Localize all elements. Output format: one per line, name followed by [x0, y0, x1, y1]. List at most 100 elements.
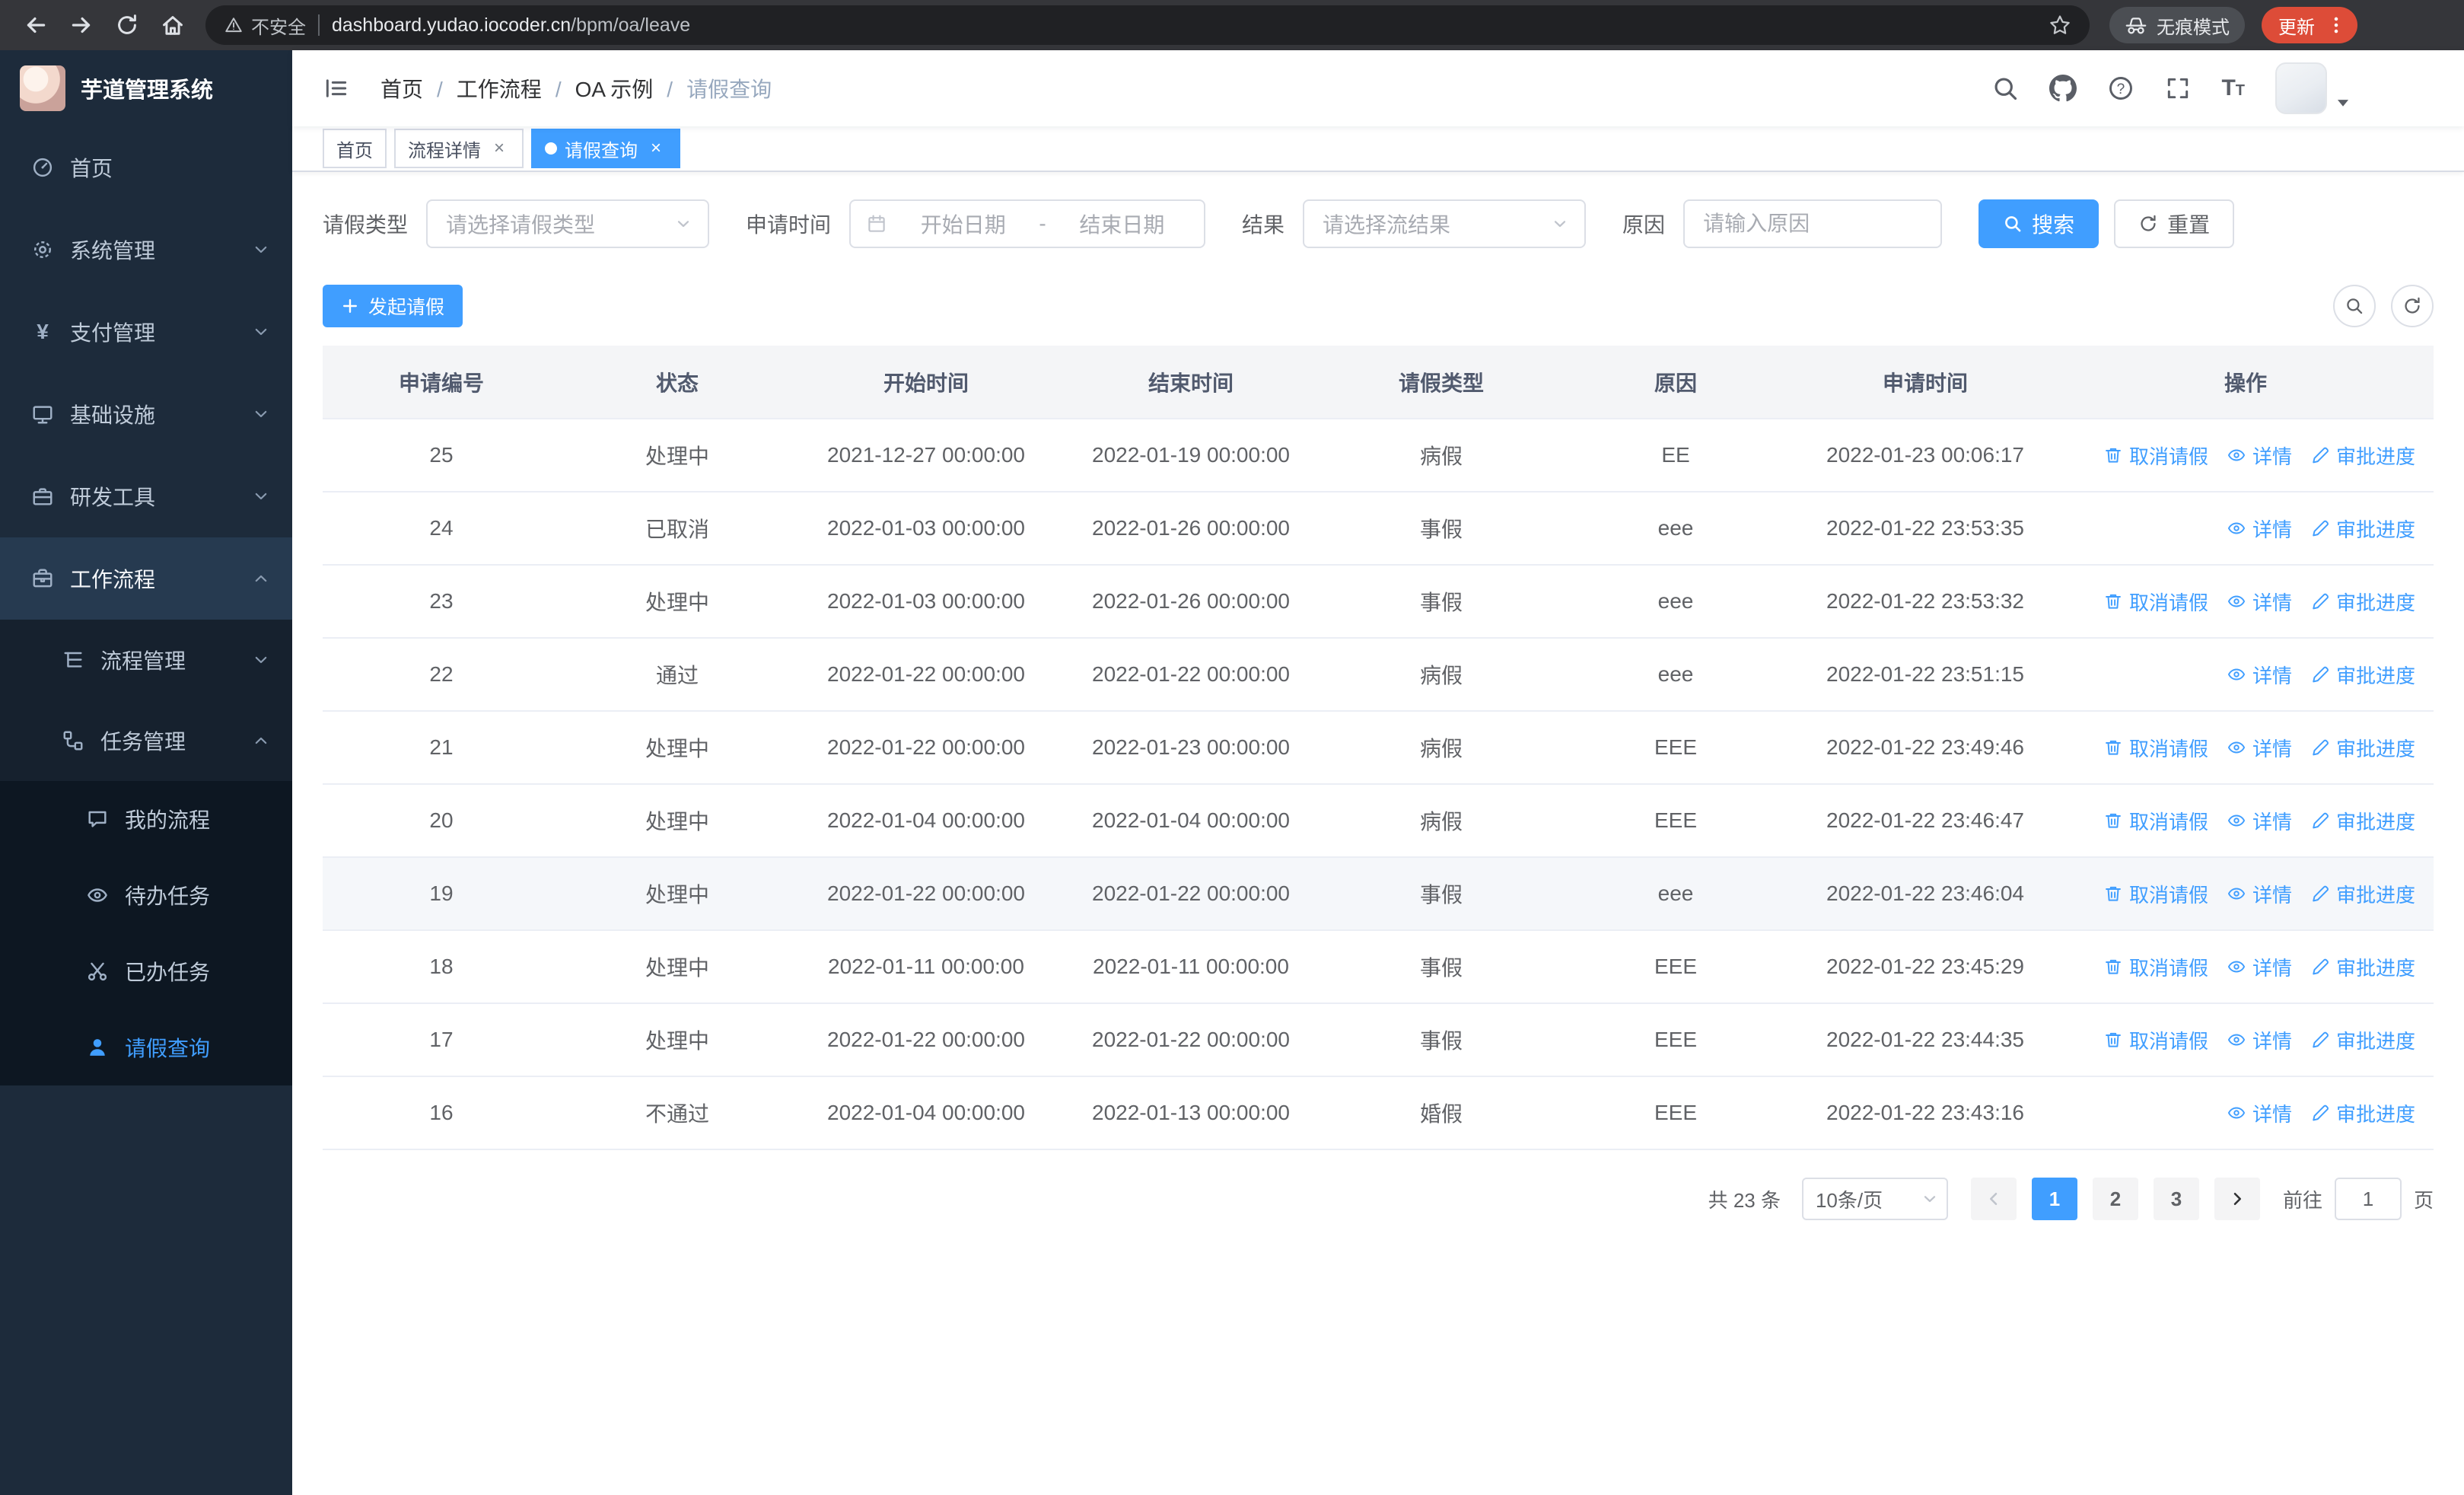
toggle-search-button[interactable]	[2333, 285, 2376, 327]
approval-progress-link[interactable]: 审批进度	[2310, 441, 2415, 470]
sidebar-item-label: 系统管理	[70, 239, 156, 263]
browser-toolbar: 不安全 dashboard.yudao.iocoder.cn/bpm/oa/le…	[0, 0, 2464, 50]
approval-progress-link[interactable]: 审批进度	[2310, 880, 2415, 908]
cancel-leave-link[interactable]: 取消请假	[2103, 734, 2208, 762]
tab-home[interactable]: 首页	[323, 129, 387, 168]
cancel-leave-link[interactable]: 取消请假	[2103, 441, 2208, 470]
search-icon	[2005, 216, 2021, 232]
chrome-update-button[interactable]: 更新	[2262, 7, 2357, 43]
detail-link[interactable]: 详情	[2227, 1099, 2292, 1127]
browser-reload-button[interactable]	[107, 5, 148, 46]
date-range-picker[interactable]: 开始日期 - 结束日期	[849, 199, 1206, 248]
close-tab-icon[interactable]: ×	[489, 138, 510, 159]
approval-progress-link[interactable]: 审批进度	[2310, 1026, 2415, 1054]
cell-start-time: 2022-01-03 00:00:00	[794, 565, 1058, 639]
cancel-leave-link[interactable]: 取消请假	[2103, 953, 2208, 981]
close-tab-icon[interactable]: ×	[645, 138, 667, 159]
sidebar-item-task-management[interactable]: 任务管理	[0, 700, 292, 781]
font-size-icon[interactable]: TT	[2221, 77, 2245, 100]
browser-home-button[interactable]	[152, 5, 193, 46]
create-leave-button[interactable]: 发起请假	[323, 285, 463, 327]
edit-icon	[2313, 593, 2329, 610]
github-button[interactable]	[2049, 75, 2077, 102]
column-header-reason: 原因	[1558, 346, 1793, 419]
cancel-leave-link[interactable]: 取消请假	[2103, 880, 2208, 908]
briefcase-icon	[30, 566, 55, 591]
table-row: 20 处理中 2022-01-04 00:00:00 2022-01-04 00…	[323, 784, 2434, 858]
start-date-placeholder: 开始日期	[920, 213, 1006, 237]
approval-progress-link[interactable]: 审批进度	[2310, 515, 2415, 543]
fullscreen-button[interactable]	[2165, 75, 2191, 101]
sidebar-item-home[interactable]: 首页	[0, 126, 292, 209]
detail-link[interactable]: 详情	[2227, 515, 2292, 543]
cell-reason: EEE	[1558, 930, 1793, 1004]
leave-type-select[interactable]: 请选择请假类型	[426, 199, 710, 248]
detail-link[interactable]: 详情	[2227, 441, 2292, 470]
table-row: 22 通过 2022-01-22 00:00:00 2022-01-22 00:…	[323, 638, 2434, 712]
cancel-leave-link[interactable]: 取消请假	[2103, 1026, 2208, 1054]
help-button[interactable]: ?	[2107, 75, 2135, 102]
detail-link[interactable]: 详情	[2227, 880, 2292, 908]
detail-link[interactable]: 详情	[2227, 588, 2292, 616]
sidebar-toggle-button[interactable]	[314, 65, 359, 111]
sidebar-item-my-processes[interactable]: 我的流程	[0, 781, 292, 857]
sidebar-item-infrastructure[interactable]: 基础设施	[0, 373, 292, 455]
tab-process-detail[interactable]: 流程详情 ×	[394, 129, 524, 168]
approval-progress-link[interactable]: 审批进度	[2310, 661, 2415, 689]
breadcrumb-item[interactable]: 工作流程	[457, 73, 575, 104]
page-button-1[interactable]: 1	[2031, 1178, 2077, 1220]
sidebar-item-process-management[interactable]: 流程管理	[0, 620, 292, 700]
refresh-table-button[interactable]	[2391, 285, 2434, 327]
tab-leave-query[interactable]: 请假查询 ×	[531, 129, 680, 168]
prev-page-button[interactable]	[1970, 1178, 2017, 1220]
goto-page-input[interactable]	[2334, 1178, 2402, 1220]
sidebar-item-dev-tools[interactable]: 研发工具	[0, 455, 292, 537]
sidebar-item-done-tasks[interactable]: 已办任务	[0, 933, 292, 1009]
detail-link[interactable]: 详情	[2227, 661, 2292, 689]
breadcrumb-item[interactable]: OA 示例	[575, 73, 686, 104]
reason-input[interactable]	[1683, 199, 1943, 248]
avatar[interactable]	[2275, 62, 2327, 114]
result-select[interactable]: 请选择流结果	[1303, 199, 1587, 248]
sidebar-item-workflow[interactable]: 工作流程	[0, 537, 292, 620]
approval-progress-link[interactable]: 审批进度	[2310, 1099, 2415, 1127]
cancel-leave-link[interactable]: 取消请假	[2103, 588, 2208, 616]
cell-end-time: 2022-01-22 00:00:00	[1058, 638, 1324, 712]
next-page-button[interactable]	[2214, 1178, 2260, 1220]
breadcrumb-item[interactable]: 首页	[380, 73, 457, 104]
cell-end-time: 2022-01-19 00:00:00	[1058, 419, 1324, 492]
approval-progress-link[interactable]: 审批进度	[2310, 953, 2415, 981]
page-button-3[interactable]: 3	[2153, 1178, 2199, 1220]
cell-leave-type: 事假	[1324, 930, 1558, 1004]
page-button-2[interactable]: 2	[2092, 1178, 2138, 1220]
cell-apply-time: 2022-01-22 23:53:32	[1793, 565, 2058, 639]
reset-button[interactable]: 重置	[2114, 199, 2235, 248]
detail-link[interactable]: 详情	[2227, 1026, 2292, 1054]
approval-progress-link[interactable]: 审批进度	[2310, 588, 2415, 616]
detail-link[interactable]: 详情	[2227, 953, 2292, 981]
page-size-select[interactable]: 10条/页	[1801, 1178, 1948, 1220]
approval-progress-link[interactable]: 审批进度	[2310, 807, 2415, 835]
sidebar-item-payment[interactable]: ¥ 支付管理	[0, 291, 292, 373]
browser-forward-button[interactable]	[61, 5, 102, 46]
detail-link[interactable]: 详情	[2227, 734, 2292, 762]
browser-back-button[interactable]	[15, 5, 56, 46]
sidebar-item-system[interactable]: 系统管理	[0, 209, 292, 291]
approval-progress-link[interactable]: 审批进度	[2310, 734, 2415, 762]
detail-link[interactable]: 详情	[2227, 807, 2292, 835]
header-search-button[interactable]	[1991, 75, 2019, 102]
app-logo[interactable]: 芋道管理系统	[0, 50, 292, 126]
security-status[interactable]: 不安全	[224, 12, 306, 39]
bookmark-star-icon[interactable]	[2049, 14, 2071, 37]
view-icon	[2227, 522, 2246, 534]
sidebar-item-leave-query[interactable]: 请假查询	[0, 1009, 292, 1085]
address-bar[interactable]: 不安全 dashboard.yudao.iocoder.cn/bpm/oa/le…	[205, 5, 2090, 45]
fullscreen-icon	[2168, 78, 2189, 99]
cancel-leave-link[interactable]: 取消请假	[2103, 807, 2208, 835]
view-icon	[2227, 741, 2246, 754]
filter-actions: 搜索 重置	[1979, 199, 2235, 248]
user-menu[interactable]	[2275, 62, 2351, 114]
cell-operations: 取消请假 详情 审批进度	[2058, 930, 2434, 1004]
sidebar-item-todo-tasks[interactable]: 待办任务	[0, 857, 292, 933]
search-button[interactable]: 搜索	[1979, 199, 2099, 248]
